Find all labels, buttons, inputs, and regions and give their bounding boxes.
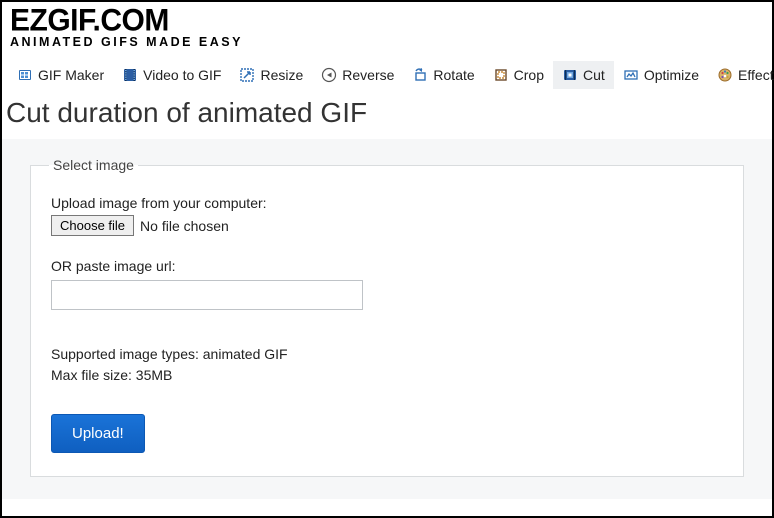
nav-cut[interactable]: Cut	[553, 61, 614, 89]
optimize-icon	[623, 67, 639, 83]
fieldset-legend: Select image	[49, 157, 138, 173]
nav-optimize[interactable]: Optimize	[614, 61, 708, 89]
support-info: Supported image types: animated GIF Max …	[51, 344, 723, 386]
nav-label: Effects	[738, 67, 774, 83]
nav-label: Crop	[514, 67, 544, 83]
url-block: OR paste image url:	[51, 258, 723, 310]
upload-block: Upload image from your computer: Choose …	[51, 195, 723, 236]
video-to-gif-icon	[122, 67, 138, 83]
choose-file-button[interactable]: Choose file	[51, 215, 134, 236]
effects-icon	[717, 67, 733, 83]
nav-effects[interactable]: Effects	[708, 61, 774, 89]
reverse-icon	[321, 67, 337, 83]
logo-title: EZGIF.COM	[10, 5, 764, 37]
main-nav: GIF Maker Video to GIF	[2, 61, 772, 89]
nav-label: Reverse	[342, 67, 394, 83]
gif-maker-icon	[17, 67, 33, 83]
nav-gif-maker[interactable]: GIF Maker	[8, 61, 113, 89]
image-url-input[interactable]	[51, 280, 363, 310]
page-title: Cut duration of animated GIF	[6, 97, 772, 129]
max-size-text: Max file size: 35MB	[51, 365, 723, 386]
logo: EZGIF.COM ANIMATED GIFS MADE EASY	[2, 2, 772, 49]
upload-label: Upload image from your computer:	[51, 195, 723, 211]
nav-label: Resize	[260, 67, 303, 83]
nav-reverse[interactable]: Reverse	[312, 61, 403, 89]
content-area: Select image Upload image from your comp…	[2, 139, 772, 499]
nav-label: Optimize	[644, 67, 699, 83]
rotate-icon	[412, 67, 428, 83]
upload-button[interactable]: Upload!	[51, 414, 145, 453]
nav-resize[interactable]: Resize	[230, 61, 312, 89]
no-file-chosen-text: No file chosen	[140, 218, 229, 234]
nav-crop[interactable]: Crop	[484, 61, 553, 89]
url-label: OR paste image url:	[51, 258, 723, 274]
nav-label: Rotate	[433, 67, 474, 83]
cut-icon	[562, 67, 578, 83]
nav-label: GIF Maker	[38, 67, 104, 83]
crop-icon	[493, 67, 509, 83]
supported-types-text: Supported image types: animated GIF	[51, 344, 723, 365]
resize-icon	[239, 67, 255, 83]
nav-label: Video to GIF	[143, 67, 221, 83]
nav-label: Cut	[583, 67, 605, 83]
nav-video-to-gif[interactable]: Video to GIF	[113, 61, 230, 89]
select-image-fieldset: Select image Upload image from your comp…	[30, 157, 744, 477]
nav-rotate[interactable]: Rotate	[403, 61, 483, 89]
